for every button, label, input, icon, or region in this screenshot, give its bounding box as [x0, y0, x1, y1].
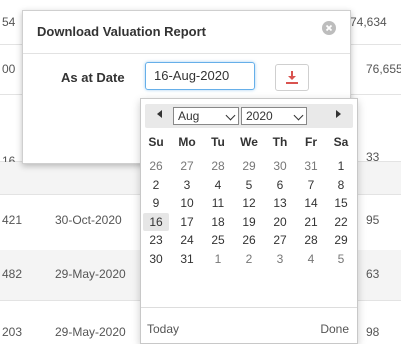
calendar-day[interactable]: 31	[298, 157, 324, 175]
calendar-day[interactable]: 20	[267, 213, 293, 231]
chevron-down-icon	[293, 110, 304, 121]
calendar-day[interactable]: 29	[236, 157, 262, 175]
dialog-title: Download Valuation Report	[37, 24, 207, 39]
datepicker-footer: Today Done	[141, 307, 357, 344]
calendar-day[interactable]: 27	[267, 231, 293, 249]
calendar-day[interactable]: 19	[236, 213, 262, 231]
calendar-day[interactable]: 10	[174, 194, 200, 212]
calendar-day[interactable]: 2	[143, 176, 169, 194]
calendar-day[interactable]: 4	[205, 176, 231, 194]
weekday-header: Su	[148, 135, 164, 149]
calendar-day[interactable]: 9	[143, 194, 169, 212]
calendar-day[interactable]: 26	[236, 231, 262, 249]
calendar-day[interactable]: 12	[236, 194, 262, 212]
dialog-header: Download Valuation Report	[23, 11, 350, 54]
calendar-day[interactable]: 5	[328, 250, 354, 268]
download-icon	[286, 71, 298, 84]
chevron-down-icon	[225, 110, 236, 121]
weekday-header: Sa	[333, 135, 349, 149]
row-id: 203	[2, 325, 23, 339]
weekday-header: Th	[272, 135, 288, 149]
row-date: 29-May-2020	[55, 325, 126, 339]
calendar-day[interactable]: 11	[205, 194, 231, 212]
today-button[interactable]: Today	[147, 322, 179, 336]
calendar-day[interactable]: 7	[298, 176, 324, 194]
calendar-day[interactable]: 30	[143, 250, 169, 268]
row-id: 54	[2, 15, 16, 29]
weekday-header: Mo	[178, 135, 196, 149]
calendar-day[interactable]: 16	[143, 212, 169, 231]
row-id: 421	[2, 213, 23, 227]
calendar-day[interactable]: 25	[205, 231, 231, 249]
calendar-day[interactable]: 21	[298, 213, 324, 231]
calendar-day[interactable]: 4	[298, 250, 324, 268]
calendar-day[interactable]: 24	[174, 231, 200, 249]
download-button[interactable]	[275, 64, 309, 91]
weekday-header: Fr	[305, 135, 317, 149]
as-at-date-label: As at Date	[61, 70, 125, 85]
row-date: 30-Oct-2020	[55, 213, 122, 227]
calendar-day[interactable]: 6	[267, 176, 293, 194]
calendar-day[interactable]: 1	[328, 157, 354, 175]
calendar-day[interactable]: 17	[174, 213, 200, 231]
row-id: 482	[2, 267, 23, 281]
row-amount: 74,634	[350, 15, 387, 29]
calendar-day[interactable]: 3	[174, 176, 200, 194]
calendar-day[interactable]: 22	[328, 213, 354, 231]
row-id: 00	[2, 62, 16, 76]
datepicker-header: Aug 2020	[145, 104, 353, 128]
prev-month-icon[interactable]	[157, 110, 162, 118]
calendar-day[interactable]: 8	[328, 176, 354, 194]
calendar-day[interactable]: 1	[205, 250, 231, 268]
close-icon[interactable]	[322, 21, 336, 35]
month-select[interactable]: Aug	[173, 107, 239, 125]
calendar-day[interactable]: 18	[205, 213, 231, 231]
datepicker: Aug 2020 Su Mo Tu We Th Fr Sa 26 27 28 29 30 31 1 2 3 4 5…	[140, 98, 358, 344]
calendar-day[interactable]: 13	[267, 194, 293, 212]
year-value: 2020	[246, 109, 273, 123]
weekday-header: Tu	[211, 135, 225, 149]
next-month-icon[interactable]	[336, 110, 341, 118]
row-amount: 63	[366, 267, 380, 281]
calendar-day[interactable]: 23	[143, 231, 169, 249]
calendar-day[interactable]: 28	[205, 157, 231, 175]
calendar-day[interactable]: 2	[236, 250, 262, 268]
calendar-day[interactable]: 29	[328, 231, 354, 249]
calendar-day[interactable]: 26	[143, 157, 169, 175]
calendar-day[interactable]: 30	[267, 157, 293, 175]
year-select[interactable]: 2020	[241, 107, 307, 125]
month-value: Aug	[178, 109, 200, 123]
row-amount: 76,655	[366, 62, 401, 76]
calendar-day[interactable]: 28	[298, 231, 324, 249]
calendar-day[interactable]: 15	[328, 194, 354, 212]
weekday-header: We	[240, 135, 258, 149]
calendar-day[interactable]: 31	[174, 250, 200, 268]
calendar-day[interactable]: 27	[174, 157, 200, 175]
as-at-date-input[interactable]: 16-Aug-2020	[145, 62, 255, 90]
row-date: 29-May-2020	[55, 267, 126, 281]
row-amount: 98	[366, 325, 380, 339]
calendar-day[interactable]: 3	[267, 250, 293, 268]
calendar-day[interactable]: 5	[236, 176, 262, 194]
done-button[interactable]: Done	[320, 322, 349, 336]
calendar-day[interactable]: 14	[298, 194, 324, 212]
row-amount: 95	[366, 213, 380, 227]
